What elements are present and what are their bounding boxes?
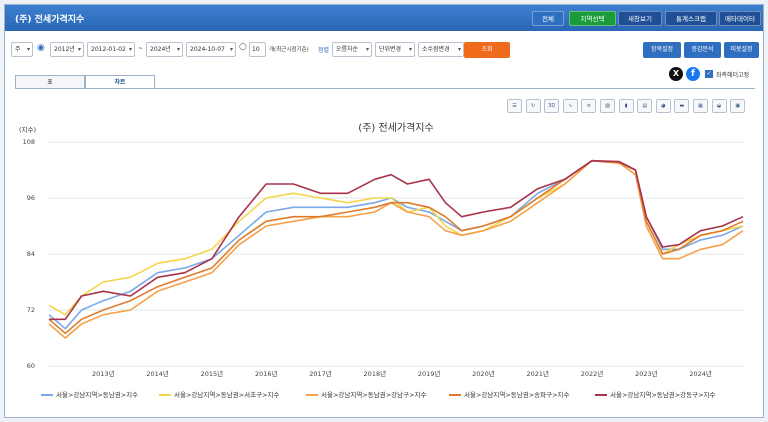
start-date-select[interactable]: 2012-01-02 ▾	[87, 42, 135, 57]
legend-swatch	[306, 394, 318, 396]
legend-item[interactable]: 서울>강남지역>동남권>강남구>지수	[306, 389, 427, 399]
recent-radio[interactable]: ○	[239, 42, 247, 52]
recent-count-input[interactable]: 10	[249, 42, 266, 57]
chart-tool-area-icon[interactable]: ▨	[600, 99, 615, 113]
chart-tool-bar-pie-icon[interactable]: ◒	[711, 99, 727, 113]
pivot-settings-button[interactable]: 피봇설정	[724, 42, 759, 58]
title-bar: (주) 전세가격지수 전체 지역선택 새창보기 통계스크랩 메타데이터	[5, 5, 763, 31]
chart-tool-bar-h-stack-icon[interactable]: ▦	[693, 99, 708, 113]
chart-tool-bar-stack-icon[interactable]: ▤	[637, 99, 653, 113]
y-tick-label: 84	[27, 250, 35, 258]
sort-select[interactable]: 오름차순 ▾	[332, 42, 372, 57]
x-tick-label: 2018년	[364, 369, 387, 378]
chart-tool-bar-icon[interactable]: ▮	[618, 99, 634, 113]
unit-select[interactable]: 단위변경 ▾	[375, 42, 415, 57]
chart-tool-refresh-icon[interactable]: ↻	[525, 99, 541, 113]
sort-label: 정렬	[318, 47, 330, 54]
chart-tool-3d-icon[interactable]: 3D	[544, 99, 560, 113]
metadata-button[interactable]: 메타데이터	[719, 11, 761, 26]
legend-label: 서울>강남지역>동남권>서초구>지수	[174, 391, 280, 399]
line-chart: (주) 전세가격지수 (지수) 60 72 84 96 108 2013년 2014년 2015년…	[19, 121, 744, 378]
all-button[interactable]: 전체	[532, 11, 564, 26]
legend-label: 서울>강남지역>동남권>강동구>지수	[610, 391, 716, 399]
chart-tool-line-multi-icon[interactable]: ≋	[581, 99, 597, 113]
x-tick-label: 2020년	[472, 369, 495, 378]
start-year-select[interactable]: 2012년 ▾	[50, 42, 84, 57]
x-tick-label: 2024년	[689, 369, 712, 378]
legend-item[interactable]: 서울>강남지역>동남권>강동구>지수	[595, 389, 716, 399]
x-icon[interactable]: X	[669, 67, 683, 81]
legend-swatch	[595, 394, 607, 396]
x-tick-label: 2019년	[418, 369, 441, 378]
x-tick-label: 2023년	[635, 369, 658, 378]
x-tick-label: 2022년	[581, 369, 604, 378]
x-tick-label: 2014년	[146, 369, 169, 378]
legend-swatch	[41, 394, 53, 396]
window-title: (주) 전세가격지수	[15, 15, 85, 25]
chart-tool-pie-icon[interactable]: ◕	[655, 99, 671, 113]
y-tick-label: 96	[27, 194, 35, 202]
stats-window: (주) 전세가격지수 전체 지역선택 새창보기 통계스크랩 메타데이터 주 ▾ ◉ 201…	[4, 4, 764, 418]
legend-swatch	[449, 394, 461, 396]
recent-label: 개(최근시점기준)	[269, 47, 309, 53]
item-settings-button[interactable]: 항목설정	[643, 42, 681, 58]
x-tick-label: 2021년	[526, 369, 549, 378]
period-select[interactable]: 주 ▾	[11, 42, 33, 57]
tab-divider	[15, 88, 755, 89]
chart-title: (주) 전세가격지수	[358, 121, 433, 134]
y-axis-label: (지수)	[19, 125, 36, 134]
fixed-header-label: 좌측헤더고정	[716, 72, 750, 79]
search-button[interactable]: 조회	[464, 42, 510, 58]
x-tick-label: 2017년	[309, 369, 332, 378]
legend-label: 서울>강남지역>동남권>송파구>지수	[464, 391, 570, 399]
end-year-select[interactable]: 2024년 ▾	[146, 42, 183, 57]
legend-swatch	[159, 394, 171, 396]
tab-table[interactable]: 표	[15, 75, 85, 89]
x-tick-label: 2016년	[255, 369, 278, 378]
fixed-header-checkbox[interactable]: ✓	[705, 70, 713, 78]
end-date-select[interactable]: 2024-10-07 ▾	[186, 42, 236, 57]
legend-item[interactable]: 서울>강남지역>동남권>송파구>지수	[449, 389, 570, 399]
y-tick-label: 72	[27, 306, 35, 314]
chart-tool-save-icon[interactable]: ▣	[730, 99, 746, 113]
region-select-button[interactable]: 지역선택	[569, 11, 616, 26]
y-tick-label: 60	[27, 362, 35, 370]
y-tick-label: 108	[23, 138, 35, 146]
tab-chart[interactable]: 차트	[85, 75, 155, 89]
legend-label: 서울>강남지역>동남권>강남구>지수	[321, 391, 427, 399]
legend-label: 서울>강남지역>동남권>지수	[56, 391, 139, 399]
range-separator: ~	[138, 45, 144, 52]
chart-tool-list-icon[interactable]: ☰	[507, 99, 522, 113]
scrap-button[interactable]: 통계스크랩	[665, 11, 717, 26]
facebook-icon[interactable]: f	[686, 67, 700, 81]
chart-tool-line-icon[interactable]: ∿	[562, 99, 578, 113]
legend-item[interactable]: 서울>강남지역>동남권>지수	[41, 389, 138, 399]
chart-tool-bar-h-icon[interactable]: ▬	[674, 99, 690, 113]
decimal-select[interactable]: 소수점변경 ▾	[418, 42, 464, 57]
x-tick-label: 2015년	[201, 369, 224, 378]
range-radio[interactable]: ◉	[37, 43, 45, 53]
x-tick-label: 2013년	[92, 369, 115, 378]
legend-item[interactable]: 서울>강남지역>동남권>서초구>지수	[159, 389, 280, 399]
new-window-button[interactable]: 새창보기	[618, 11, 662, 26]
series-line-5	[49, 159, 744, 321]
change-analysis-button[interactable]: 증감분석	[684, 42, 721, 58]
